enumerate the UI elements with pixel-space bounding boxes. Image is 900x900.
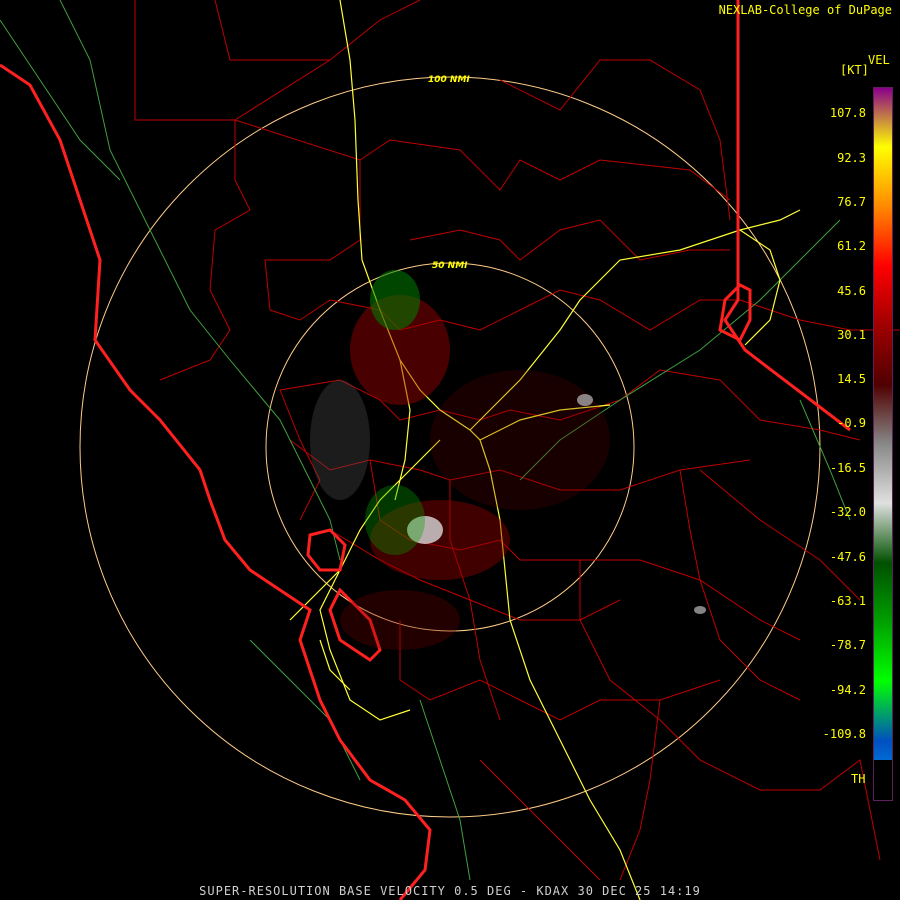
echo-west (310, 380, 370, 500)
echo-south (340, 590, 460, 650)
colorbar-tick-7: -0.9 (837, 416, 866, 430)
colorbar-tick-14: -109.8 (822, 727, 866, 741)
colorbar-tick-2: 76.7 (837, 195, 866, 209)
th-label: TH (851, 772, 866, 786)
radar-map: 50 NMI 100 NMI (0, 0, 900, 900)
ring-label-50: 50 NMI (432, 261, 468, 271)
colorbar-tick-1: 92.3 (837, 151, 866, 165)
colorbar-tick-10: -47.6 (829, 550, 866, 564)
unit-label: [KT] (840, 63, 869, 77)
colorbar-tick-13: -94.2 (829, 683, 866, 697)
colorbar-tick-4: 45.6 (837, 284, 866, 298)
state-borders (0, 0, 851, 900)
colorbar-tick-5: 30.1 (837, 328, 866, 342)
velocity-colorbar (873, 87, 893, 801)
product-label: VEL (868, 53, 890, 67)
credit-label: NEXLAB-College of DuPage (718, 3, 892, 17)
echo-gray-east (577, 394, 593, 406)
ring-label-100: 100 NMI (428, 75, 470, 85)
colorbar-tick-8: -16.5 (829, 461, 866, 475)
product-footer: SUPER-RESOLUTION BASE VELOCITY 0.5 DEG -… (199, 884, 701, 898)
rivers (0, 0, 851, 881)
colorbar-tick-9: -32.0 (829, 505, 866, 519)
colorbar-tick-11: -63.1 (829, 594, 866, 608)
echo-green-center (365, 485, 425, 555)
echo-gray-far-se (694, 606, 706, 614)
colorbar-tick-6: 14.5 (837, 372, 866, 386)
echo-mixed-east (430, 370, 610, 510)
echo-green-north (370, 270, 420, 330)
colorbar-tick-12: -78.7 (829, 638, 866, 652)
colorbar-tick-3: 61.2 (837, 239, 866, 253)
colorbar-tick-0: 107.8 (829, 106, 866, 120)
